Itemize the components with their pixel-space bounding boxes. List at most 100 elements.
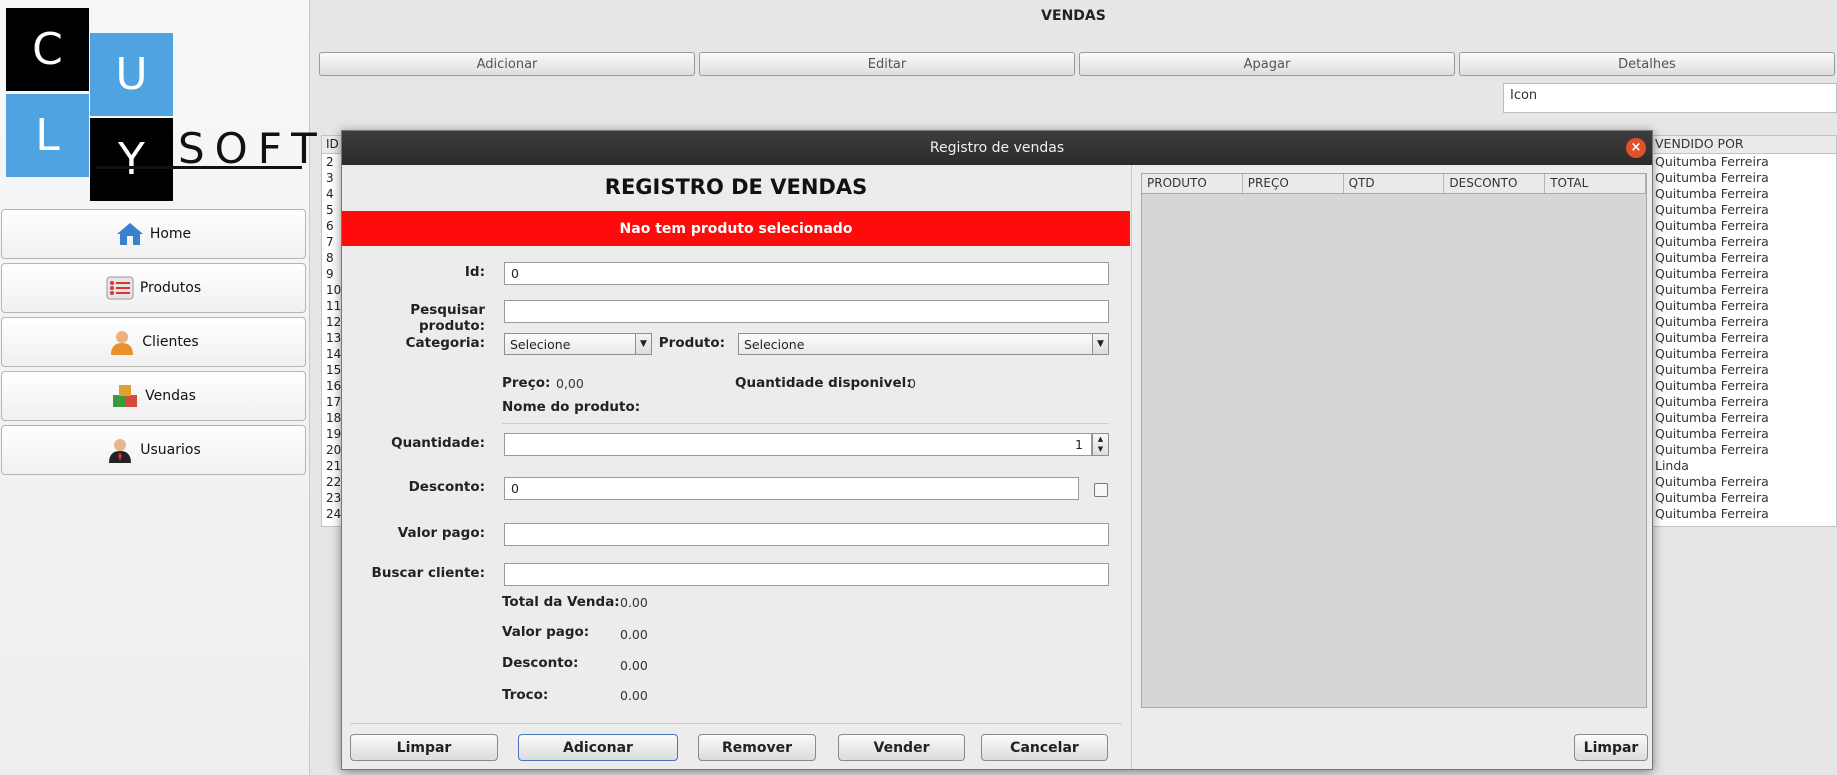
sidebar-item-clientes[interactable]: Clientes [1,317,306,367]
table-row-seller[interactable]: Quitumba Ferreira [1653,378,1836,394]
table-row-id[interactable]: 18 [322,410,342,426]
product-select[interactable]: Selecione ▼ [738,333,1109,355]
table-row-seller[interactable]: Quitumba Ferreira [1653,442,1836,458]
table-row-id[interactable]: 4 [322,186,342,202]
spinner-down-icon[interactable]: ▼ [1093,444,1108,454]
details-button[interactable]: Detalhes [1459,52,1835,76]
table-row-seller[interactable]: Quitumba Ferreira [1653,170,1836,186]
paid-value-input[interactable] [504,523,1109,546]
logo-c: C [6,8,89,91]
quantity-stepper[interactable]: 1 [504,433,1092,456]
table-row-seller[interactable]: Quitumba Ferreira [1653,506,1836,522]
add-product-button[interactable]: Adiconar [518,734,678,761]
table-header-vendido-por: VENDIDO POR [1653,136,1836,154]
cart-table-header: PRODUTO PREÇO QTD DESCONTO TOTAL [1142,174,1646,194]
table-row-seller[interactable]: Quitumba Ferreira [1653,314,1836,330]
table-row-id[interactable]: 7 [322,234,342,250]
logo: C U L Y SOFT [6,8,317,204]
table-row-id[interactable]: 9 [322,266,342,282]
clear-button[interactable]: Limpar [350,734,498,761]
table-row-id[interactable]: 6 [322,218,342,234]
table-row-seller[interactable]: Quitumba Ferreira [1653,250,1836,266]
sales-table-id-column[interactable]: ID 2 3 4 5 6 7 8 9 10 11 12 13 14 15 16 17 18 19 20 21 22 23 2… [321,135,343,527]
table-row-id[interactable]: 21 [322,458,342,474]
table-row-id[interactable]: 3 [322,170,342,186]
remove-button[interactable]: Remover [698,734,816,761]
cart-clear-button[interactable]: Limpar [1574,734,1648,761]
search-product-input[interactable] [504,300,1109,323]
spinner-up-icon[interactable]: ▲ [1093,434,1108,444]
total-value: 0.00 [620,595,648,610]
cart-col-produto[interactable]: PRODUTO [1142,174,1243,193]
cart-col-qtd[interactable]: QTD [1344,174,1445,193]
discount-checkbox[interactable] [1094,483,1108,497]
price-value: 0,00 [556,376,584,391]
table-row-seller[interactable]: Quitumba Ferreira [1653,298,1836,314]
sidebar-item-produtos[interactable]: Produtos [1,263,306,313]
cart-col-total[interactable]: TOTAL [1545,174,1646,193]
change-label: Troco: [502,687,549,703]
category-select[interactable]: Selecione ▼ [504,333,652,355]
search-product-label: Pesquisar produto: [410,302,485,334]
cart-col-preco[interactable]: PREÇO [1243,174,1344,193]
table-row-id[interactable]: 12 [322,314,342,330]
table-row-id[interactable]: 5 [322,202,342,218]
sidebar: C U L Y SOFT Home Produtos Clientes Vend… [0,0,317,775]
table-row-seller[interactable]: Quitumba Ferreira [1653,234,1836,250]
dialog-titlebar[interactable]: Registro de vendas × [342,131,1652,165]
sell-button[interactable]: Vender [838,734,965,761]
table-row-seller[interactable]: Quitumba Ferreira [1653,330,1836,346]
product-label: Produto: [658,335,725,351]
sales-table-seller-column[interactable]: VENDIDO POR Quitumba Ferreira Quitumba Fe… [1652,135,1837,527]
sidebar-item-usuarios[interactable]: Usuarios [1,425,306,475]
id-field[interactable]: 0 [504,262,1109,285]
table-row-seller[interactable]: Linda [1653,458,1836,474]
table-row-seller[interactable]: Quitumba Ferreira [1653,474,1836,490]
table-row-id[interactable]: 2 [322,154,342,170]
delete-button[interactable]: Apagar [1079,52,1455,76]
table-row-seller[interactable]: Quitumba Ferreira [1653,202,1836,218]
table-row-id[interactable]: 22 [322,474,342,490]
table-row-seller[interactable]: Quitumba Ferreira [1653,490,1836,506]
table-row-seller[interactable]: Quitumba Ferreira [1653,186,1836,202]
close-icon[interactable]: × [1626,138,1646,158]
table-row-seller[interactable]: Quitumba Ferreira [1653,346,1836,362]
sidebar-item-label: Vendas [145,388,196,404]
quantity-label: Quantidade: [391,435,485,451]
table-row-id[interactable]: 11 [322,298,342,314]
table-row-id[interactable]: 8 [322,250,342,266]
table-row-seller[interactable]: Quitumba Ferreira [1653,282,1836,298]
paid-value-label: Valor pago: [397,525,485,541]
cart-table[interactable]: PRODUTO PREÇO QTD DESCONTO TOTAL [1141,173,1647,708]
search-client-input[interactable] [504,563,1109,586]
table-row-seller[interactable]: Quitumba Ferreira [1653,266,1836,282]
quantity-spinner[interactable]: ▲ ▼ [1092,433,1109,456]
table-row-seller[interactable]: Quitumba Ferreira [1653,218,1836,234]
sidebar-item-vendas[interactable]: Vendas [1,371,306,421]
table-row-id[interactable]: 20 [322,442,342,458]
table-row-id[interactable]: 24 [322,506,342,522]
table-row-id[interactable]: 17 [322,394,342,410]
summary-discount-label: Desconto: [502,655,579,671]
summary-discount-value: 0.00 [620,658,648,673]
table-row-seller[interactable]: Quitumba Ferreira [1653,362,1836,378]
table-row-id[interactable]: 15 [322,362,342,378]
table-row-seller[interactable]: Quitumba Ferreira [1653,154,1836,170]
table-row-id[interactable]: 14 [322,346,342,362]
home-icon [116,221,144,247]
sidebar-item-home[interactable]: Home [1,209,306,259]
table-row-id[interactable]: 23 [322,490,342,506]
table-row-id[interactable]: 19 [322,426,342,442]
cancel-button[interactable]: Cancelar [981,734,1108,761]
table-row-id[interactable]: 16 [322,378,342,394]
table-row-seller[interactable]: Quitumba Ferreira [1653,394,1836,410]
table-row-seller[interactable]: Quitumba Ferreira [1653,410,1836,426]
discount-field[interactable]: 0 [504,477,1079,500]
cart-col-desconto[interactable]: DESCONTO [1444,174,1546,193]
add-button[interactable]: Adicionar [319,52,695,76]
search-input[interactable]: Icon [1503,83,1837,113]
edit-button[interactable]: Editar [699,52,1075,76]
table-row-id[interactable]: 13 [322,330,342,346]
table-row-id[interactable]: 10 [322,282,342,298]
table-row-seller[interactable]: Quitumba Ferreira [1653,426,1836,442]
